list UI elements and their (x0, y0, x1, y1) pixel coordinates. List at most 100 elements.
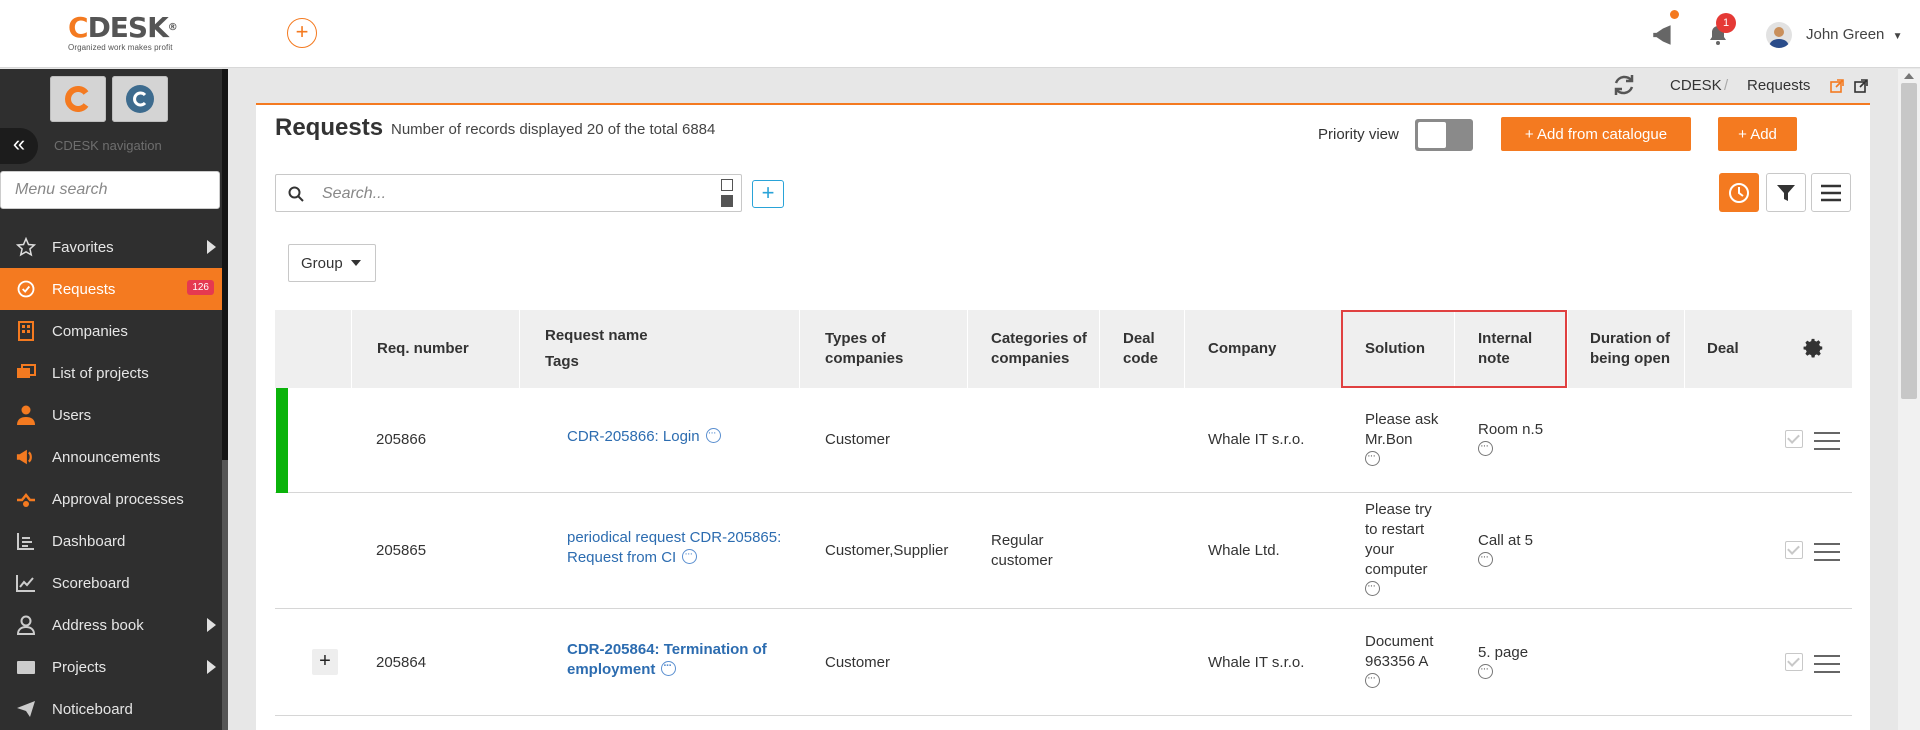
row-checkbox[interactable] (1785, 541, 1803, 559)
header-divider (1567, 310, 1568, 388)
priority-view-toggle[interactable] (1415, 119, 1473, 151)
more-icon[interactable] (661, 656, 677, 676)
sidebar-item-projects[interactable]: Projects (0, 646, 222, 688)
search-box[interactable]: Search... (275, 174, 742, 212)
row-checkbox[interactable] (1785, 430, 1803, 448)
search-option-checkbox-filled[interactable] (721, 195, 733, 207)
column-request-name[interactable]: Request name Tags (545, 310, 795, 388)
cell-types-of-companies: Customer (825, 654, 891, 671)
header-divider (799, 310, 800, 388)
page-scroll-thumb[interactable] (1901, 83, 1917, 399)
column-types-of-companies[interactable]: Types of companies (825, 310, 960, 388)
cdesk-app-tile[interactable] (50, 76, 106, 122)
sidebar-item-announcements[interactable]: Announcements (0, 436, 222, 478)
column-duration-open[interactable]: Duration of being open (1590, 310, 1680, 388)
add-from-catalogue-button[interactable]: + Add from catalogue (1501, 117, 1691, 151)
filter-button[interactable] (1766, 173, 1806, 212)
user-menu[interactable]: John Green ▼ (1806, 26, 1902, 43)
cell-solution: Please ask Mr.Bon (1365, 410, 1455, 470)
more-icon[interactable] (1478, 659, 1493, 679)
announcement-dot (1670, 10, 1679, 19)
user-icon (0, 405, 52, 425)
requests-count-badge: 126 (187, 280, 214, 295)
column-deal-code[interactable]: Deal code (1123, 310, 1178, 388)
cell-request-name[interactable]: periodical request CDR-205865: Request f… (567, 528, 792, 568)
more-icon[interactable] (1365, 668, 1380, 688)
history-button[interactable] (1719, 173, 1759, 212)
column-req-number[interactable]: Req. number (377, 310, 517, 388)
more-icon[interactable] (1365, 576, 1380, 596)
menu-search-input[interactable]: Menu search (0, 171, 220, 209)
sidebar-item-favorites[interactable]: Favorites (0, 226, 222, 268)
cdesk-blue-icon (126, 85, 154, 113)
priority-indicator (276, 388, 288, 493)
cell-types-of-companies: Customer (825, 431, 891, 448)
header-divider (967, 310, 968, 388)
collapse-nav-button[interactable]: « (0, 128, 38, 164)
address-book-icon (0, 615, 52, 635)
column-tags: Tags (545, 353, 579, 370)
sidebar-item-noticeboard[interactable]: Noticeboard (0, 688, 222, 730)
chevron-right-icon (207, 618, 216, 632)
sidebar-item-companies[interactable]: Companies (0, 310, 222, 352)
cdesk-logo[interactable]: CDESK® Organized work makes profit (68, 14, 178, 53)
row-menu-icon[interactable] (1814, 543, 1840, 561)
cell-categories-of-companies: Regular customer (991, 532, 1053, 569)
nav-caption: CDESK navigation (54, 138, 162, 153)
cell-request-name[interactable]: CDR-205864: Termination of employment (567, 640, 792, 680)
companies-icon (0, 321, 52, 341)
more-icon[interactable] (682, 544, 698, 564)
column-categories-of-companies[interactable]: Categories of companies (991, 310, 1091, 388)
add-button[interactable]: + Add (1718, 117, 1797, 151)
breadcrumb-item-cdesk[interactable]: CDESK (1670, 77, 1722, 94)
search-option-checkbox-empty[interactable] (721, 179, 733, 191)
cell-req-number: 205866 (376, 431, 427, 448)
search-input[interactable]: Search... (322, 185, 386, 203)
cell-request-name[interactable]: CDR-205866: Login (567, 423, 787, 447)
sidebar-item-dashboard[interactable]: Dashboard (0, 520, 222, 562)
table-row[interactable] (275, 388, 1852, 493)
column-deal[interactable]: Deal (1707, 310, 1777, 388)
header-divider (1684, 310, 1685, 388)
chevron-right-icon (207, 240, 216, 254)
chevron-down-icon: ▼ (1892, 31, 1903, 42)
row-menu-icon[interactable] (1814, 655, 1840, 673)
open-external-icon[interactable] (1830, 79, 1844, 93)
breadcrumb-item-requests[interactable]: Requests (1747, 77, 1810, 94)
sidebar-item-approval-processes[interactable]: Approval processes (0, 478, 222, 520)
refresh-icon[interactable] (1612, 73, 1636, 97)
sidebar-item-address-book[interactable]: Address book (0, 604, 222, 646)
sidebar-item-scoreboard[interactable]: Scoreboard (0, 562, 222, 604)
column-company[interactable]: Company (1208, 310, 1338, 388)
hamburger-icon (1821, 184, 1841, 201)
more-icon[interactable] (1478, 436, 1493, 456)
group-dropdown[interactable]: Group (288, 244, 376, 282)
sidebar-item-users[interactable]: Users (0, 394, 222, 436)
sidebar-item-requests[interactable]: Requests 126 (0, 268, 222, 310)
cell-types-of-companies: Customer,Supplier (825, 542, 949, 559)
cell-company: Whale IT s.r.o. (1208, 654, 1305, 671)
cell-solution: Document 963356 A (1365, 632, 1445, 692)
scroll-up-icon[interactable] (1904, 73, 1914, 79)
quick-add-button[interactable]: + (287, 18, 317, 48)
table-row[interactable] (275, 609, 1852, 716)
page-scrollbar[interactable] (1898, 69, 1920, 730)
open-new-window-icon[interactable] (1854, 79, 1868, 93)
secondary-app-tile[interactable] (112, 76, 168, 122)
columns-menu-button[interactable] (1811, 173, 1851, 212)
expand-row-button[interactable]: + (312, 649, 338, 675)
header-divider (1184, 310, 1185, 388)
gear-icon[interactable] (1803, 337, 1825, 359)
row-menu-icon[interactable] (1814, 432, 1840, 450)
row-checkbox[interactable] (1785, 653, 1803, 671)
more-icon[interactable] (1478, 547, 1493, 567)
cell-req-number: 205865 (376, 542, 427, 559)
add-search-filter-button[interactable]: + (752, 180, 784, 208)
megaphone-icon[interactable] (1650, 22, 1676, 48)
sidebar-item-list-of-projects[interactable]: List of projects (0, 352, 222, 394)
more-icon[interactable] (1365, 446, 1380, 466)
avatar[interactable] (1766, 22, 1792, 48)
requests-icon (0, 279, 52, 299)
more-icon[interactable] (705, 423, 721, 443)
projects-list-icon (0, 364, 52, 382)
